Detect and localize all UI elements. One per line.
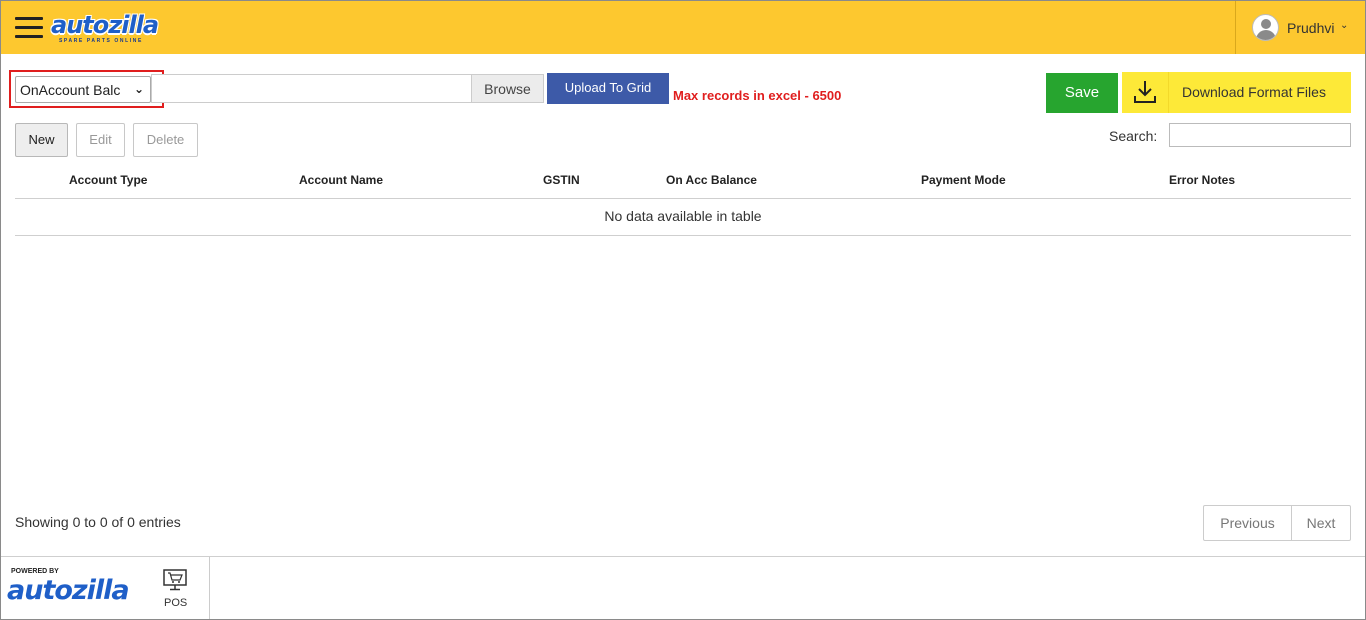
pos-shortcut[interactable]: POS [150, 557, 210, 619]
download-format-files-button[interactable]: Download Format Files [1122, 72, 1351, 113]
column-header[interactable]: Error Notes [1169, 173, 1235, 187]
powered-by-label: POWERED BY [11, 568, 59, 575]
column-header[interactable]: Account Name [299, 173, 383, 187]
column-header[interactable]: On Acc Balance [666, 173, 757, 187]
max-records-note: Max records in excel - 6500 [673, 88, 842, 103]
search-label: Search: [1109, 128, 1158, 144]
edit-button[interactable]: Edit [76, 123, 125, 157]
upload-to-grid-button[interactable]: Upload To Grid [547, 73, 669, 104]
import-type-value: OnAccount Balc [20, 82, 121, 98]
footer-logo: autozilla [7, 575, 130, 606]
top-bar: autozilla SPARE PARTS ONLINE Prudhvi ⌄ [1, 1, 1365, 54]
delete-button[interactable]: Delete [133, 123, 198, 157]
new-button[interactable]: New [15, 123, 68, 157]
column-header[interactable]: GSTIN [543, 173, 580, 187]
avatar-icon [1252, 14, 1279, 41]
header-divider [15, 198, 1351, 199]
empty-table-message: No data available in table [604, 208, 762, 224]
column-header[interactable]: Payment Mode [921, 173, 1006, 187]
entries-info: Showing 0 to 0 of 0 entries [15, 514, 181, 530]
previous-button[interactable]: Previous [1204, 506, 1292, 540]
cart-monitor-icon [163, 569, 187, 591]
logo-wordmark: autozilla [51, 11, 159, 39]
import-type-select[interactable]: OnAccount Balc ⌄ [15, 76, 151, 103]
browse-button[interactable]: Browse [471, 74, 544, 103]
hamburger-menu-icon[interactable] [15, 17, 43, 39]
chevron-down-icon: ⌄ [1340, 20, 1349, 31]
file-path-input[interactable] [151, 74, 472, 103]
column-header[interactable]: Account Type [69, 173, 147, 187]
search-input[interactable] [1169, 123, 1351, 147]
download-label: Download Format Files [1182, 84, 1326, 100]
pagination: Previous Next [1203, 505, 1351, 541]
pos-label: POS [164, 597, 188, 609]
user-name: Prudhvi [1287, 20, 1335, 36]
download-separator [1168, 72, 1169, 113]
download-icon [1134, 81, 1156, 103]
row-divider [15, 235, 1351, 236]
user-menu[interactable]: Prudhvi ⌄ [1235, 1, 1365, 54]
save-button[interactable]: Save [1046, 73, 1118, 113]
brand-logo[interactable]: autozilla SPARE PARTS ONLINE [51, 11, 159, 45]
next-button[interactable]: Next [1292, 506, 1350, 540]
chevron-down-icon: ⌄ [133, 82, 144, 96]
